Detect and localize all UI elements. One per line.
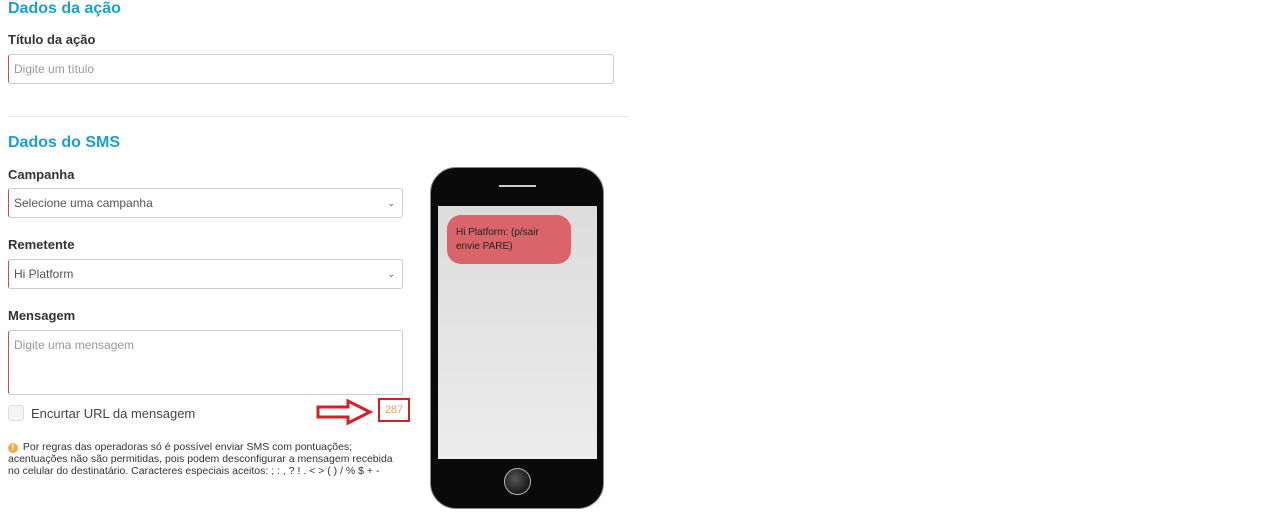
section-title-action: Dados da ação [8, 0, 121, 17]
arrow-right-icon [316, 399, 374, 425]
sender-select-value: Hi Platform [14, 267, 74, 281]
shorten-url-label: Encurtar URL da mensagem [31, 406, 196, 421]
phone-preview: Hi Platform: (p/sair envie PARE) [430, 167, 604, 509]
section-divider [8, 116, 628, 117]
phone-home-button [504, 468, 531, 495]
shorten-url-checkbox[interactable] [8, 405, 24, 421]
sms-rules-text: Por regras das operadoras só é possível … [8, 441, 393, 477]
warning-icon: ! [8, 443, 18, 453]
campaign-select[interactable]: Selecione uma campanha ⌄ [8, 188, 403, 218]
sms-preview-bubble: Hi Platform: (p/sair envie PARE) [447, 215, 571, 264]
message-label: Mensagem [8, 308, 76, 323]
message-textarea[interactable] [8, 330, 403, 395]
sender-select[interactable]: Hi Platform ⌄ [8, 259, 403, 289]
campaign-label: Campanha [8, 167, 75, 182]
chevron-down-icon: ⌄ [387, 268, 395, 279]
phone-screen: Hi Platform: (p/sair envie PARE) [438, 206, 597, 459]
phone-speaker [499, 185, 536, 187]
campaign-select-value: Selecione uma campanha [14, 196, 153, 210]
sender-label: Remetente [8, 237, 75, 252]
char-counter: 287 [378, 398, 410, 422]
section-title-sms: Dados do SMS [8, 134, 121, 151]
action-title-input[interactable] [8, 54, 614, 84]
action-title-label: Título da ação [8, 32, 96, 47]
chevron-down-icon: ⌄ [387, 197, 395, 208]
sms-rules-notice: ! Por regras das operadoras só é possíve… [8, 441, 403, 477]
